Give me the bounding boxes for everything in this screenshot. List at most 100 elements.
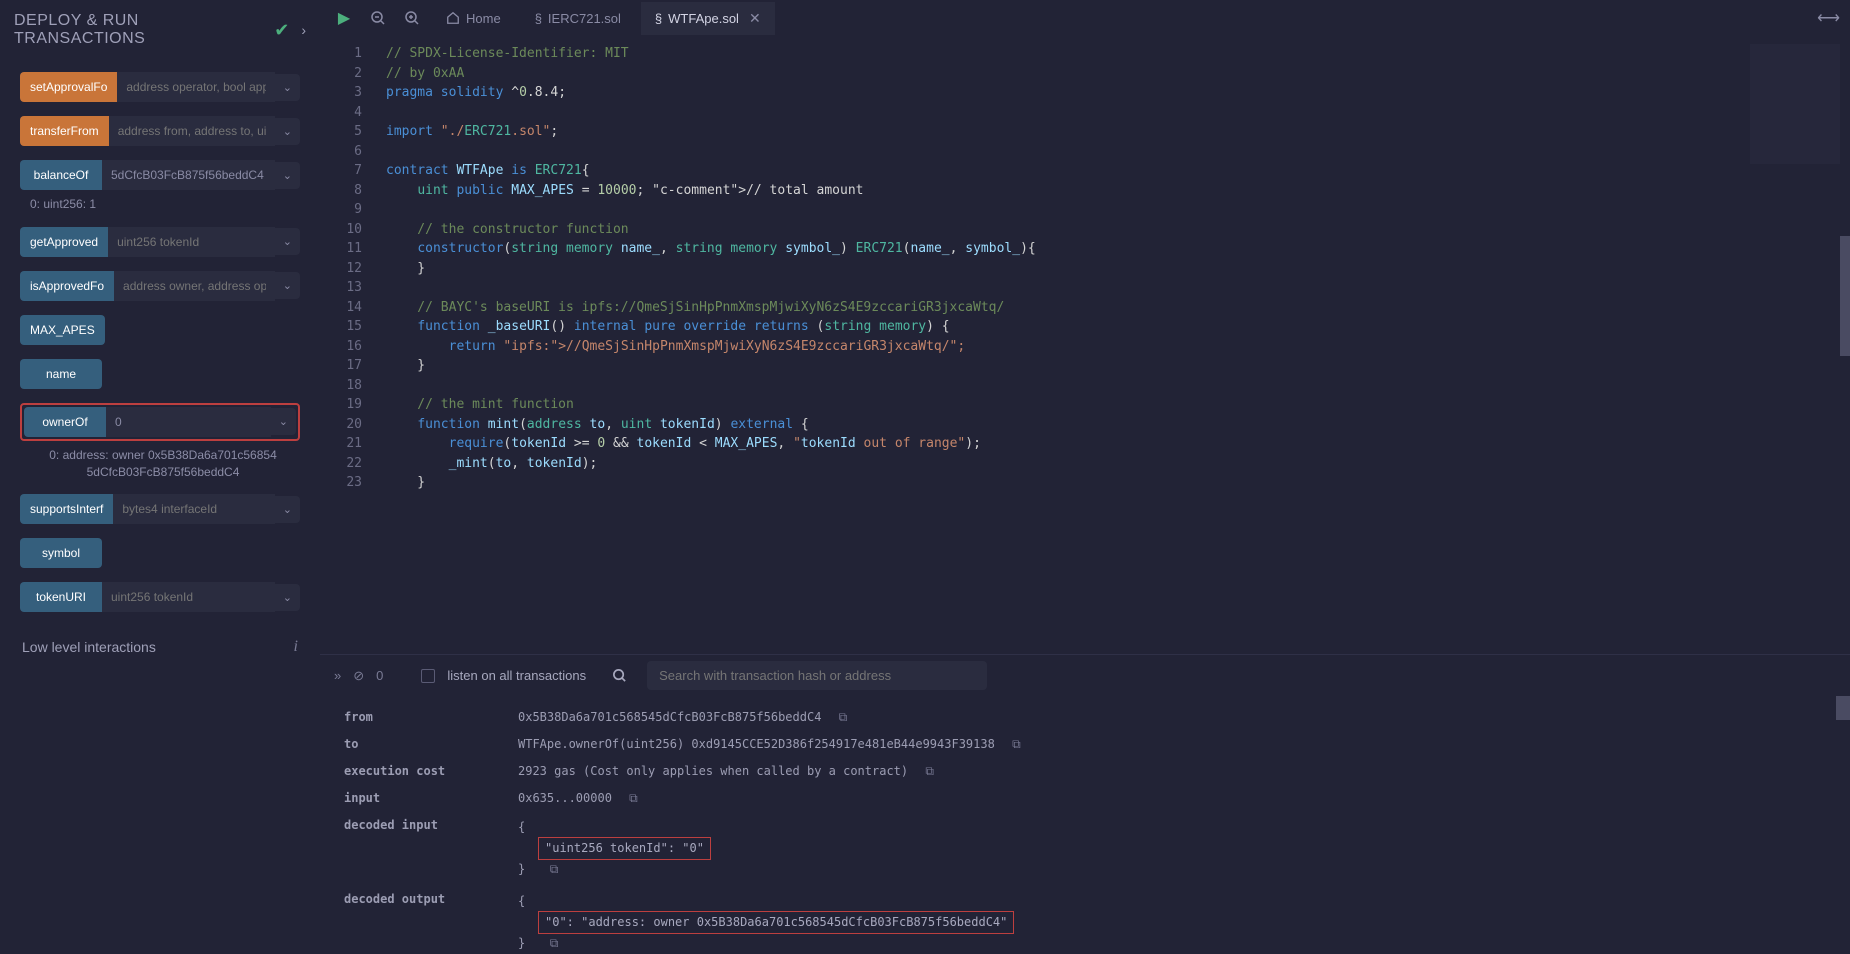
tab-home-label: Home [466,11,501,26]
panel-title: DEPLOY & RUN TRANSACTIONS [14,12,268,48]
chevron-down-icon[interactable]: ⌄ [271,408,296,435]
tab-wtfape-label: WTFApe.sol [668,11,739,26]
setapprovalforall-input[interactable] [117,72,274,102]
tab-wtfape[interactable]: § WTFApe.sol ✕ [641,2,775,35]
fn-maxapes: MAX_APES [20,315,300,345]
zoom-out-icon[interactable] [364,4,392,32]
decoded-output-highlight: "0": "address: owner 0x5B38Da6a701c56854… [538,911,1014,934]
collapse-icon[interactable]: » [334,668,341,683]
isapprovedforall-button[interactable]: isApprovedFo [20,271,114,301]
term-key: decoded input [344,818,494,832]
ban-icon[interactable]: ⊘ [353,668,364,684]
term-key: from [344,710,494,724]
transferfrom-input[interactable] [109,116,275,146]
panel-header: DEPLOY & RUN TRANSACTIONS ✔ › [8,0,312,64]
term-val: 0x5B38Da6a701c568545dCfcB03FcB875f56bedd… [518,710,821,724]
home-icon [446,11,460,25]
fn-balanceof: balanceOf ⌄ 0: uint256: 1 [20,160,300,213]
terminal: » ⊘ 0 listen on all transactions from 0x… [320,654,1850,954]
balanceof-input[interactable] [102,160,275,190]
term-key: to [344,737,494,751]
ownerof-button[interactable]: ownerOf [24,407,106,437]
term-val: 0x635...00000 [518,791,612,805]
terminal-scrollbar[interactable] [1836,696,1850,720]
fn-isapprovedforall: isApprovedFo ⌄ [20,271,300,301]
setapprovalforall-button[interactable]: setApprovalFo [20,72,117,102]
term-row-decoded-input: decoded input { "uint256 tokenId": "0" }… [344,818,1826,880]
term-val: WTFApe.ownerOf(uint256) 0xd9145CCE52D386… [518,737,995,751]
chevron-down-icon[interactable]: ⌄ [275,118,300,145]
balanceof-button[interactable]: balanceOf [20,160,102,190]
fn-symbol: symbol [20,538,300,568]
chevron-down-icon[interactable]: ⌄ [275,272,300,299]
fn-setapprovalforall: setApprovalFo ⌄ [20,72,300,102]
toolbar: ▶ Home § IERC721.sol § WTFApe.sol ✕ ⟷ [320,0,1850,36]
tab-home[interactable]: Home [432,3,515,34]
maxapes-button[interactable]: MAX_APES [20,315,105,345]
supportsinterface-input[interactable] [113,494,274,524]
decoded-input-highlight: "uint256 tokenId": "0" [538,837,711,860]
solidity-icon: § [535,11,542,26]
supportsinterface-button[interactable]: supportsInterf [20,494,113,524]
fn-ownerof: ownerOf ⌄ 0: address: owner 0x5B38Da6a70… [20,403,300,481]
ownerof-input[interactable] [106,407,271,437]
terminal-header: » ⊘ 0 listen on all transactions [320,655,1850,696]
check-icon: ✔ [274,20,289,41]
close-icon[interactable]: ✕ [749,10,761,27]
editor-content[interactable]: // SPDX-License-Identifier: MIT// by 0xA… [374,36,1850,654]
copy-icon[interactable]: ⧉ [629,791,638,805]
copy-icon[interactable]: ⧉ [925,764,934,778]
term-row-cost: execution cost 2923 gas (Cost only appli… [344,764,1826,779]
term-val: 2923 gas (Cost only applies when called … [518,764,908,778]
play-icon[interactable]: ▶ [330,4,358,32]
tokenuri-button[interactable]: tokenURI [20,582,102,612]
low-level-label: Low level interactions [22,639,156,655]
tokenuri-input[interactable] [102,582,275,612]
term-row-input: input 0x635...00000 ⧉ [344,791,1826,806]
getapproved-button[interactable]: getApproved [20,227,108,257]
balanceof-output: 0: uint256: 1 [20,190,300,213]
pending-count: 0 [376,668,383,683]
chevron-down-icon[interactable]: ⌄ [275,162,300,189]
terminal-body: from 0x5B38Da6a701c568545dCfcB03FcB875f5… [320,696,1850,954]
info-icon[interactable]: i [294,638,298,656]
chevron-down-icon[interactable]: ⌄ [275,74,300,101]
deploy-panel: DEPLOY & RUN TRANSACTIONS ✔ › setApprova… [0,0,320,954]
fn-name: name [20,359,300,389]
name-button[interactable]: name [20,359,102,389]
term-key: input [344,791,494,805]
editor-area: ▶ Home § IERC721.sol § WTFApe.sol ✕ ⟷ 12… [320,0,1850,954]
copy-icon[interactable]: ⧉ [550,936,559,950]
term-key: execution cost [344,764,494,778]
fn-tokenuri: tokenURI ⌄ [20,582,300,612]
tab-ierc721-label: IERC721.sol [548,11,621,26]
ownerof-output: 0: address: owner 0x5B38Da6a701c56854 5d… [20,441,300,481]
copy-icon[interactable]: ⧉ [1012,737,1021,751]
chevron-down-icon[interactable]: ⌄ [275,228,300,255]
expand-icon[interactable]: ⟷ [1817,8,1840,28]
tab-ierc721[interactable]: § IERC721.sol [521,3,635,34]
zoom-in-icon[interactable] [398,4,426,32]
listen-label: listen on all transactions [447,668,586,683]
minimap[interactable] [1750,44,1840,164]
term-row-from: from 0x5B38Da6a701c568545dCfcB03FcB875f5… [344,710,1826,725]
symbol-button[interactable]: symbol [20,538,102,568]
chevron-down-icon[interactable]: ⌄ [275,584,300,611]
fn-transferfrom: transferFrom ⌄ [20,116,300,146]
solidity-icon: § [655,11,662,26]
copy-icon[interactable]: ⧉ [839,710,848,724]
terminal-search-input[interactable] [647,661,987,690]
listen-checkbox[interactable] [421,669,435,683]
getapproved-input[interactable] [108,227,275,257]
transferfrom-button[interactable]: transferFrom [20,116,109,146]
low-level-section: Low level interactions i [8,626,312,668]
editor-scrollbar[interactable] [1840,236,1850,356]
search-icon[interactable] [612,668,627,683]
chevron-down-icon[interactable]: ⌄ [275,496,300,523]
term-row-to: to WTFApe.ownerOf(uint256) 0xd9145CCE52D… [344,737,1826,752]
isapprovedforall-input[interactable] [114,271,275,301]
copy-icon[interactable]: ⧉ [550,862,559,876]
code-editor[interactable]: 1234567891011121314151617181920212223 //… [320,36,1850,654]
chevron-right-icon[interactable]: › [301,22,306,38]
fn-getapproved: getApproved ⌄ [20,227,300,257]
